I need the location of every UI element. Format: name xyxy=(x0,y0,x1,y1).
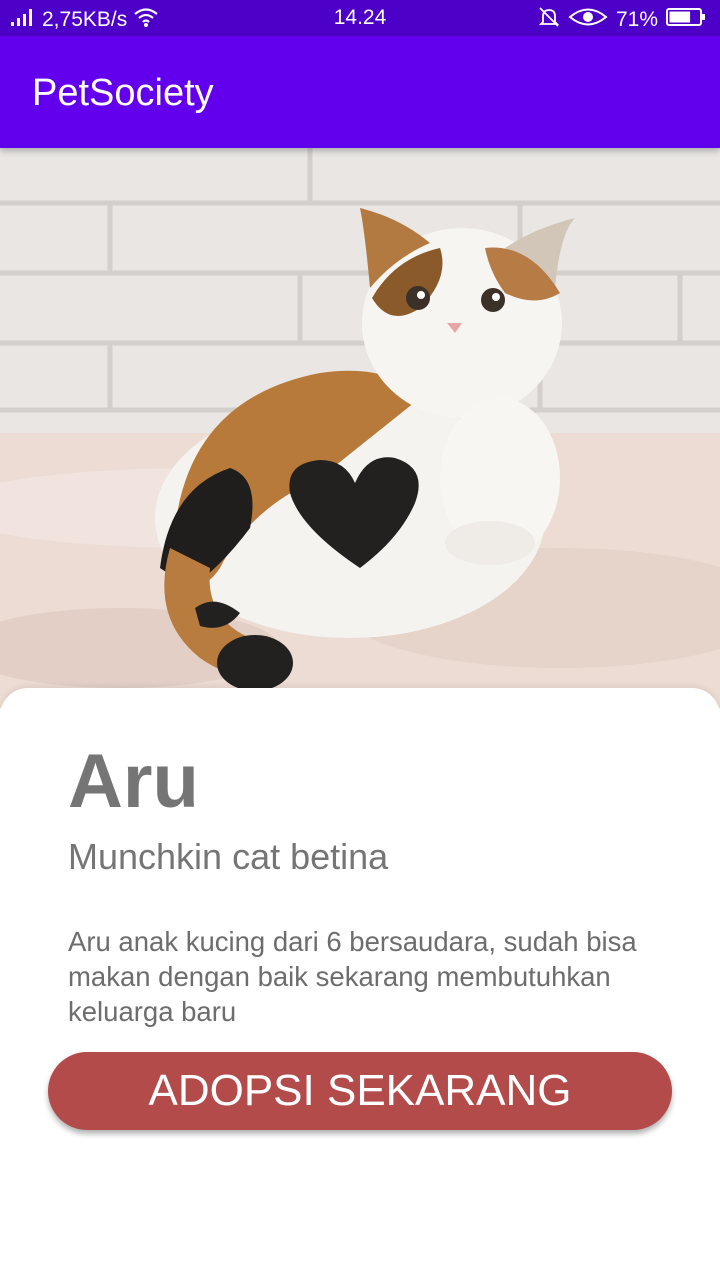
pet-description: Aru anak kucing dari 6 bersaudara, sudah… xyxy=(68,926,637,1027)
mute-icon xyxy=(538,6,560,34)
pet-photo xyxy=(0,148,720,708)
battery-icon xyxy=(666,7,706,33)
app-bar: PetSociety xyxy=(0,36,720,148)
battery-percent: 71% xyxy=(615,8,658,31)
app-title: PetSociety xyxy=(32,72,214,114)
pet-name: Aru xyxy=(68,739,199,824)
pet-info-card: Aru Munchkin cat betina Aru anak kucing … xyxy=(0,688,720,1288)
status-bar: 2,75KB/s 14.24 71% xyxy=(0,0,720,36)
pet-breed: Munchkin cat betina xyxy=(68,836,389,877)
eye-icon xyxy=(568,6,608,34)
adopt-now-button[interactable]: ADOPSI SEKARANG xyxy=(48,1052,672,1130)
status-right: 71% xyxy=(538,6,706,34)
